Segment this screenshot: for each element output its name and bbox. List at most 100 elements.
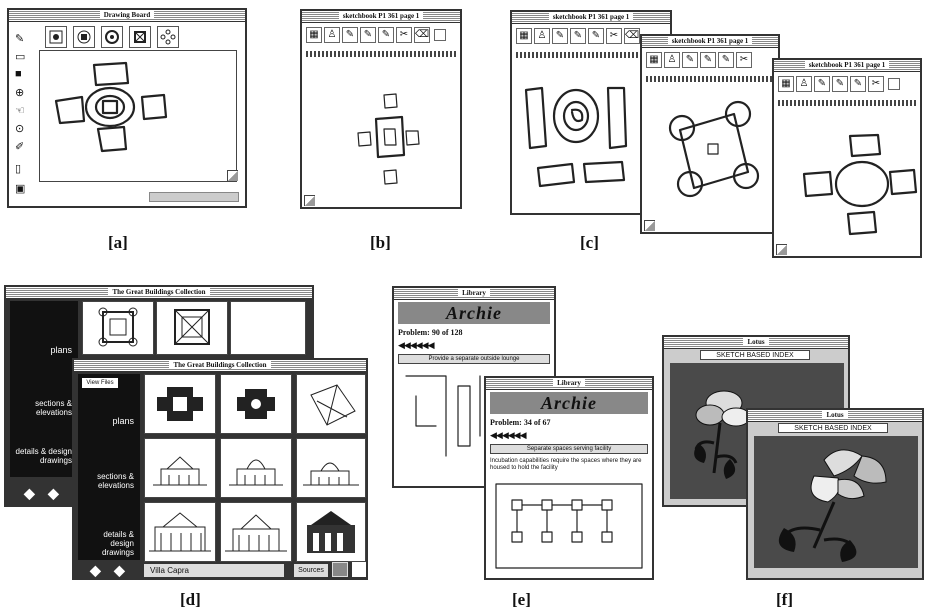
eraser-tool-icon[interactable]: ▭ <box>15 50 25 63</box>
sketchbook-window-c3: sketchbook P1 361 page 1 ▦ ♙ ✎ ✎ ✎ ✂ <box>772 58 922 258</box>
c1-tool-icon-1[interactable]: ▦ <box>516 28 532 44</box>
sketch-tool-icon-5[interactable]: ✎ <box>378 27 394 43</box>
c2-tool-icon-4[interactable]: ✎ <box>700 52 716 68</box>
sketchbook-c2-title-bar[interactable]: sketchbook P1 361 page 1 <box>642 36 778 48</box>
c2-tool-icon-2[interactable]: ♙ <box>664 52 680 68</box>
drawing-board-window: Drawing Board ✎ ▭ ■ ⊕ ☜ ⊙ ✐ ▯ ▣ <box>7 8 247 208</box>
c3-tool-icon-4[interactable]: ✎ <box>832 76 848 92</box>
rect-tool-icon[interactable]: ▯ <box>15 162 21 175</box>
archie-front-nav-arrows[interactable]: ◀◀◀◀◀◀ <box>490 430 527 441</box>
plan-thumb-1[interactable] <box>144 374 216 434</box>
c1-tool-icon-7[interactable]: ⌫ <box>624 28 640 44</box>
c1-tool-icon-5[interactable]: ✎ <box>588 28 604 44</box>
sketch-b-drawing <box>357 93 420 185</box>
section-thumb-2[interactable] <box>220 438 292 498</box>
resize-handle-c2[interactable] <box>644 220 655 231</box>
sketch-tool-icon-8[interactable] <box>434 29 446 41</box>
section-thumb-3[interactable] <box>296 438 366 498</box>
toolbar-divider <box>306 51 456 57</box>
front-view-files-button[interactable]: View Files <box>82 378 118 388</box>
c3-tool-icon-1[interactable]: ▦ <box>778 76 794 92</box>
front-sidebar: View Files plans sections & elevations d… <box>78 374 140 560</box>
pen-tool-icon[interactable]: ✎ <box>15 32 24 45</box>
sketch-tool-icon-7[interactable]: ⌫ <box>414 27 430 43</box>
c2-tool-icon-5[interactable]: ✎ <box>718 52 734 68</box>
archie-back-title: Library <box>458 289 490 297</box>
back-plan-thumb-2[interactable] <box>156 301 228 355</box>
back-next-arrow-icon[interactable]: ◆ <box>48 485 59 502</box>
layer-tool-icon[interactable]: ▣ <box>15 182 25 195</box>
flower-image-front <box>778 449 887 562</box>
archie-back-strip: Provide a separate outside lounge <box>398 354 550 364</box>
plan-thumb-3[interactable] <box>296 374 366 434</box>
plan-icon-4[interactable] <box>129 26 151 48</box>
drawing-canvas[interactable] <box>39 50 237 182</box>
sketchbook-b-title: sketchbook P1 361 page 1 <box>338 12 424 20</box>
select-tool-icon[interactable]: ■ <box>15 68 22 80</box>
detail-thumb-1[interactable] <box>144 502 216 562</box>
plan-thumb-2[interactable] <box>220 374 292 434</box>
archie-front-title-bar[interactable]: Library <box>486 378 652 390</box>
back-row-details-label: details & design drawings <box>15 447 72 465</box>
great-buildings-back-title-bar[interactable]: The Great Buildings Collection <box>6 287 312 299</box>
great-buildings-front-title-bar[interactable]: The Great Buildings Collection <box>74 360 366 372</box>
plan-icon-1[interactable] <box>45 26 67 48</box>
sketchbook-c1-title-bar[interactable]: sketchbook P1 361 page 1 <box>512 12 670 24</box>
archie-front-window: Library Archie Problem: 34 of 67 ◀◀◀◀◀◀ … <box>484 376 654 580</box>
archie-back-problem: Problem: 90 of 128 <box>398 328 463 337</box>
zoom-tool-icon[interactable]: ⊙ <box>15 122 24 135</box>
lotus-back-title-bar[interactable]: Lotus <box>664 337 848 349</box>
c1-tool-icon-4[interactable]: ✎ <box>570 28 586 44</box>
lotus-front-title-bar[interactable]: Lotus <box>748 410 922 422</box>
detail-thumb-3[interactable] <box>296 502 366 562</box>
sketch-tool-icon-1[interactable]: ▦ <box>306 27 322 43</box>
map-icon[interactable] <box>332 562 348 577</box>
detail-thumb-2[interactable] <box>220 502 292 562</box>
sketch-tool-icon-4[interactable]: ✎ <box>360 27 376 43</box>
c1-tool-icon-6[interactable]: ✂ <box>606 28 622 44</box>
hand-tool-icon[interactable]: ☜ <box>15 104 25 117</box>
c2-tool-icon-3[interactable]: ✎ <box>682 52 698 68</box>
page-icon[interactable] <box>352 562 366 577</box>
archie-back-title-bar[interactable]: Library <box>394 288 554 300</box>
resize-handle-c3[interactable] <box>776 244 787 255</box>
shape-tool-icon[interactable]: ⊕ <box>15 86 24 99</box>
sketchbook-b-title-bar[interactable]: sketchbook P1 361 page 1 <box>302 11 460 23</box>
archie-front-title: Library <box>553 379 585 387</box>
c3-tool-icon-6[interactable]: ✂ <box>868 76 884 92</box>
front-prev-arrow-icon[interactable]: ◆ <box>90 562 101 579</box>
drawing-board-title-bar[interactable]: Drawing Board <box>9 10 245 22</box>
sketch-drawing <box>54 61 168 153</box>
building-search-field[interactable]: Villa Capra <box>144 564 284 577</box>
back-prev-arrow-icon[interactable]: ◆ <box>24 485 35 502</box>
c2-tool-icon-1[interactable]: ▦ <box>646 52 662 68</box>
sketch-c3-drawing <box>802 133 918 236</box>
plan-icon-3[interactable] <box>101 26 123 48</box>
text-tool-icon[interactable]: ✐ <box>15 140 24 153</box>
back-plan-thumb-3[interactable] <box>230 301 306 355</box>
plan-icon-2[interactable] <box>73 26 95 48</box>
lotus-back-header: SKETCH BASED INDEX <box>700 350 810 360</box>
sketch-tool-icon-6[interactable]: ✂ <box>396 27 412 43</box>
c3-tool-icon-7[interactable] <box>888 78 900 90</box>
c3-tool-icon-3[interactable]: ✎ <box>814 76 830 92</box>
archie-back-nav-arrows[interactable]: ◀◀◀◀◀◀ <box>398 340 435 351</box>
plan-icon-5[interactable] <box>157 26 179 48</box>
c3-tool-icon-2[interactable]: ♙ <box>796 76 812 92</box>
front-next-arrow-icon[interactable]: ◆ <box>114 562 125 579</box>
sources-button[interactable]: Sources <box>294 564 328 577</box>
archie-front-logo: Archie <box>490 392 648 414</box>
sketch-tool-icon-2[interactable]: ♙ <box>324 27 340 43</box>
resize-handle[interactable] <box>227 170 238 181</box>
c2-toolbar-divider <box>646 76 776 82</box>
c1-tool-icon-2[interactable]: ♙ <box>534 28 550 44</box>
resize-handle-b[interactable] <box>304 195 315 206</box>
c1-tool-icon-3[interactable]: ✎ <box>552 28 568 44</box>
c3-tool-icon-5[interactable]: ✎ <box>850 76 866 92</box>
horizontal-scrollbar[interactable] <box>149 192 239 202</box>
sketchbook-c3-title-bar[interactable]: sketchbook P1 361 page 1 <box>774 60 920 72</box>
back-plan-thumb-1[interactable] <box>82 301 154 355</box>
section-thumb-1[interactable] <box>144 438 216 498</box>
c2-tool-icon-6[interactable]: ✂ <box>736 52 752 68</box>
sketch-tool-icon-3[interactable]: ✎ <box>342 27 358 43</box>
